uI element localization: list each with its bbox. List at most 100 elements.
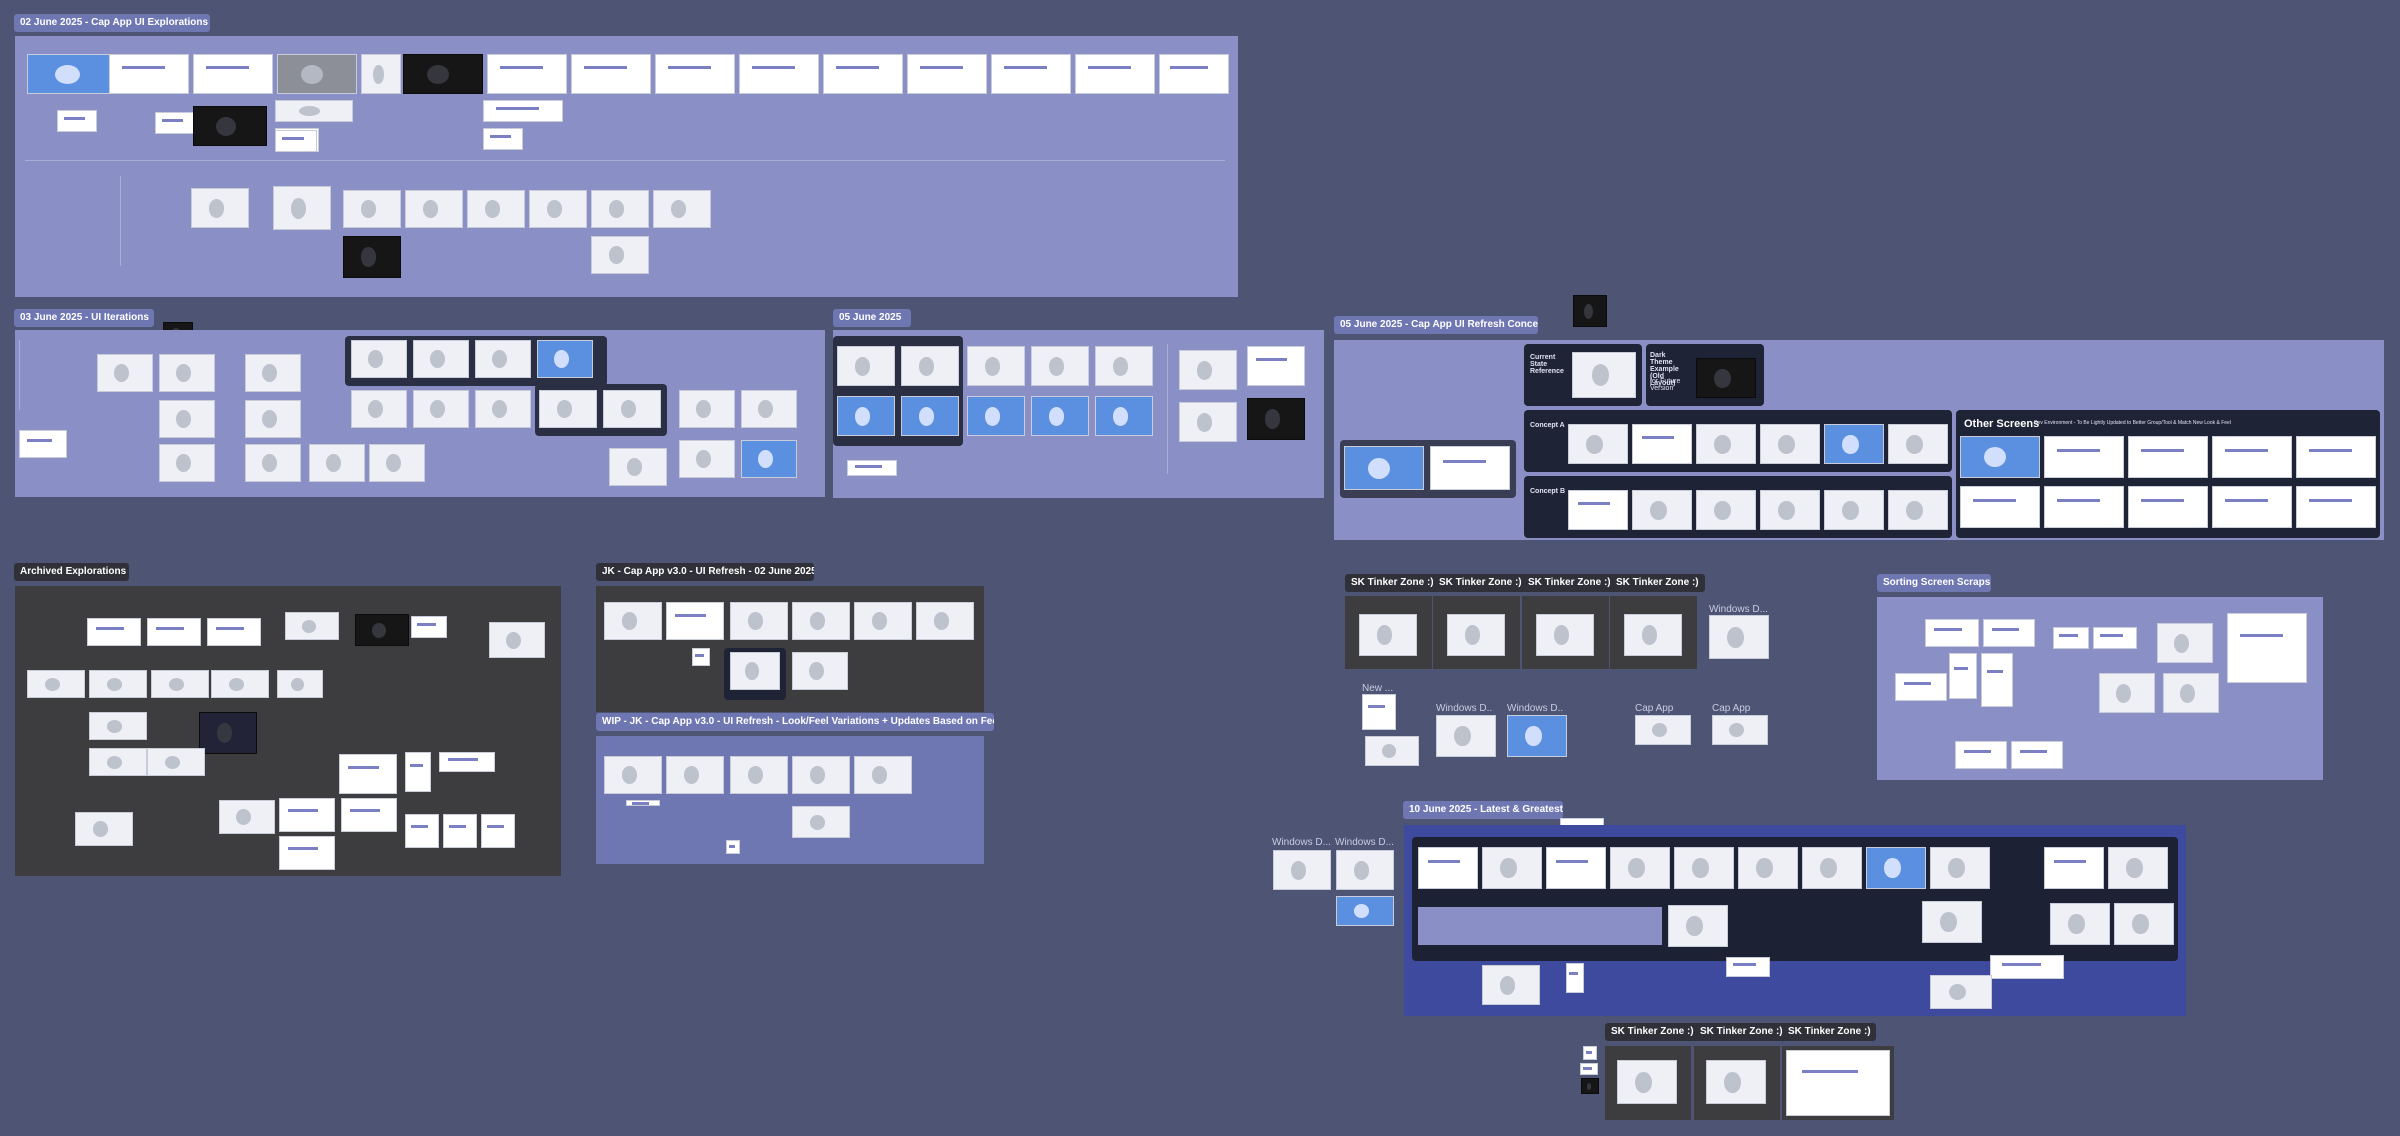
thumb[interactable] [1696,358,1756,398]
tinker-label-1[interactable]: SK Tinker Zone :) [1345,574,1440,592]
thumb[interactable] [1888,490,1948,530]
section-label-05-june[interactable]: 05 June 2025 [833,309,911,327]
thumb[interactable] [1802,847,1862,889]
thumb[interactable] [2093,627,2137,649]
thumb[interactable] [277,670,323,698]
thumb[interactable] [2157,623,2213,663]
thumb[interactable] [739,54,819,94]
thumb[interactable] [487,54,567,94]
thumb[interactable] [1866,847,1926,889]
thumb[interactable] [1888,424,1948,464]
thumb[interactable] [1922,901,1982,943]
thumb[interactable] [483,128,523,150]
thumb[interactable] [1365,736,1419,766]
thumb[interactable] [1572,352,1636,398]
thumb[interactable] [57,110,97,132]
thumb[interactable] [275,130,317,152]
thumb[interactable] [1247,398,1305,440]
thumb[interactable] [1760,424,1820,464]
thumb[interactable] [741,390,797,428]
thumb[interactable] [2296,486,2376,528]
thumb[interactable] [1624,614,1682,656]
thumb[interactable] [279,836,335,870]
thumb[interactable] [1573,295,1607,327]
thumb[interactable] [854,602,912,640]
thumb[interactable] [679,390,735,428]
thumb[interactable] [666,756,724,794]
thumb[interactable] [1430,446,1510,490]
thumb[interactable] [355,614,409,646]
thumb[interactable] [219,800,275,834]
thumb[interactable] [1031,396,1089,436]
thumb[interactable] [653,190,711,228]
thumb[interactable] [1580,1063,1598,1075]
thumb[interactable] [159,400,215,438]
thumb[interactable] [666,602,724,640]
thumb[interactable] [361,54,401,94]
section-label-05-june-concepts[interactable]: 05 June 2025 - Cap App UI Refresh Concep… [1334,316,1538,334]
thumb[interactable] [967,396,1025,436]
thumb[interactable] [2212,486,2292,528]
thumb[interactable] [1726,957,1770,977]
thumb[interactable] [369,444,425,482]
thumb[interactable] [413,390,469,428]
thumb[interactable] [211,670,269,698]
thumb[interactable] [89,670,147,698]
thumb[interactable] [1581,1078,1599,1094]
thumb[interactable] [741,440,797,478]
thumb[interactable] [1566,963,1584,993]
thumb[interactable] [1362,694,1396,730]
thumb[interactable] [341,798,397,832]
thumb[interactable] [1031,346,1089,386]
thumb[interactable] [1247,346,1305,386]
thumb[interactable] [1095,346,1153,386]
thumb[interactable] [97,354,153,392]
bottom-tinker-label-1[interactable]: SK Tinker Zone :) [1605,1023,1699,1041]
thumb[interactable] [2163,673,2219,713]
thumb[interactable] [1990,955,2064,979]
thumb[interactable] [837,346,895,386]
thumb[interactable] [604,756,662,794]
thumb[interactable] [1696,490,1756,530]
thumb[interactable] [792,806,850,838]
thumb[interactable] [89,712,147,740]
thumb[interactable] [1632,490,1692,530]
thumb[interactable] [991,54,1071,94]
thumb[interactable] [1418,847,1478,889]
thumb[interactable] [1359,614,1417,656]
thumb[interactable] [309,444,365,482]
thumb[interactable] [439,752,495,772]
thumb[interactable] [2050,903,2110,945]
thumb[interactable] [837,396,895,436]
thumb[interactable] [1738,847,1798,889]
thumb[interactable] [1712,715,1768,745]
section-label-latest[interactable]: 10 June 2025 - Latest & Greatest [1403,801,1563,819]
thumb[interactable] [2108,847,2168,889]
thumb[interactable] [1930,975,1992,1009]
thumb[interactable] [151,670,209,698]
tinker-label-4[interactable]: SK Tinker Zone :) [1610,574,1705,592]
thumb[interactable] [847,460,897,476]
thumb[interactable] [159,444,215,482]
thumb[interactable] [339,754,397,794]
thumb[interactable] [245,354,301,392]
thumb[interactable] [1635,715,1691,745]
thumb[interactable] [245,444,301,482]
thumb[interactable] [2128,436,2208,478]
thumb[interactable] [277,54,357,94]
thumb[interactable] [1983,619,2035,647]
thumb[interactable] [901,346,959,386]
thumb[interactable] [1159,54,1229,94]
thumb[interactable] [2128,486,2208,528]
thumb[interactable] [1344,446,1424,490]
thumb[interactable] [730,602,788,640]
thumb[interactable] [1925,619,1979,647]
thumb[interactable] [467,190,525,228]
thumb[interactable] [692,648,710,666]
thumb[interactable] [75,812,133,846]
thumb[interactable] [604,602,662,640]
thumb[interactable] [2011,741,2063,769]
thumb[interactable] [285,612,339,640]
thumb[interactable] [159,354,215,392]
thumb[interactable] [245,400,301,438]
